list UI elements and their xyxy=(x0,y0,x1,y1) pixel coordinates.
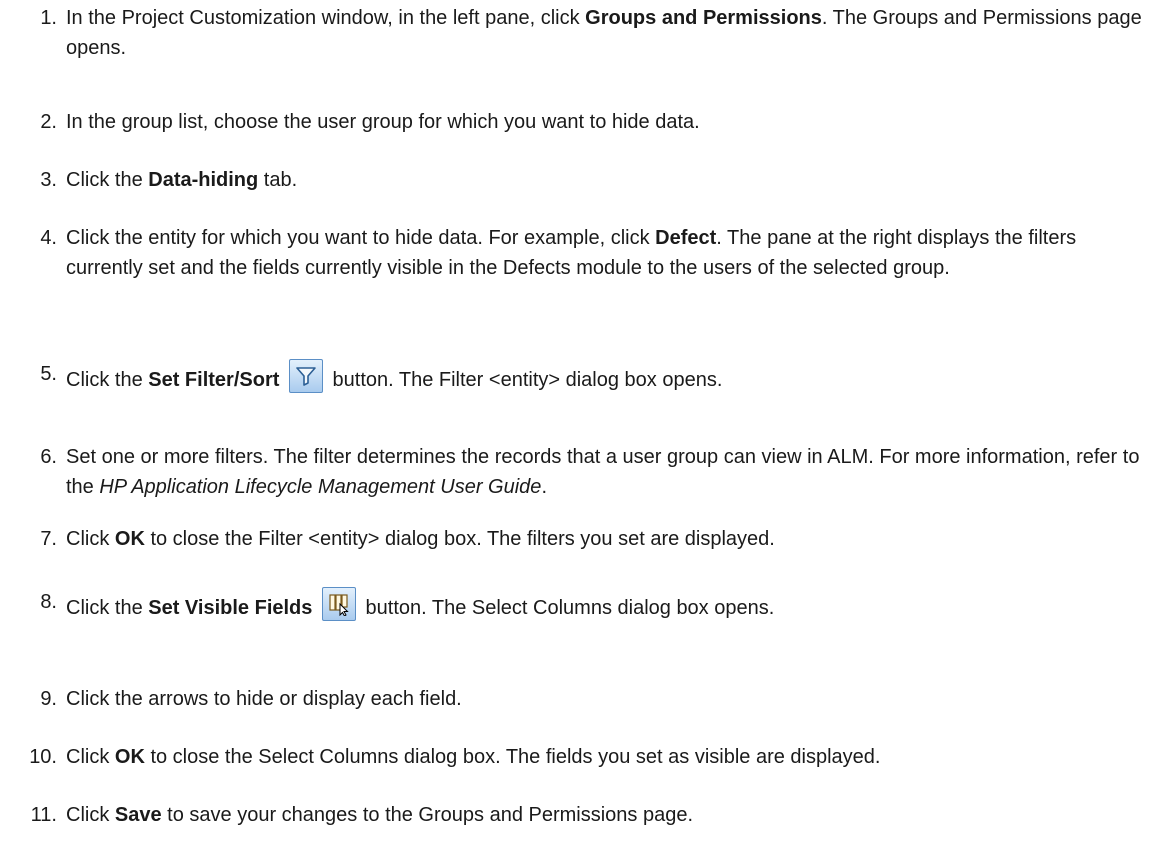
step-number: 8. xyxy=(40,591,57,613)
step-text-segment: button. The Filter <entity> dialog box o… xyxy=(326,369,723,391)
step-number: 9. xyxy=(40,688,57,710)
document-title-reference: HP Application Lifecycle Management User… xyxy=(99,476,542,498)
step-text: Set one or more filters. The filter dete… xyxy=(66,442,1158,502)
step-text-segment: Click the xyxy=(66,169,149,191)
step-number: 4. xyxy=(40,227,57,249)
step-number: 1. xyxy=(40,7,57,29)
step-text-segment: Click xyxy=(66,746,115,768)
step-number: 11. xyxy=(30,804,57,826)
ui-element-name: Groups and Permissions xyxy=(585,7,822,29)
step-text-segment: to close the Filter <entity> dialog box.… xyxy=(144,528,775,550)
ui-element-name: OK xyxy=(114,528,145,550)
step-text-segment: Click xyxy=(66,804,115,826)
step-text: Click the Set Visible Fields button. The… xyxy=(66,587,1158,623)
step-text-segment: In the group list, choose the user group… xyxy=(66,111,700,133)
ui-element-name: OK xyxy=(114,746,145,768)
step-text-segment xyxy=(312,597,318,619)
step-text-segment: Click the entity for which you want to h… xyxy=(66,227,656,249)
step-text: In the group list, choose the user group… xyxy=(66,107,1158,137)
step-text-segment: In the Project Customization window, in … xyxy=(66,7,586,29)
step-text: Click Save to save your changes to the G… xyxy=(66,800,1158,830)
step-text-segment: Click the xyxy=(66,597,149,619)
step-text: Click OK to close the Filter <entity> di… xyxy=(66,524,1158,554)
step-text: Click the arrows to hide or display each… xyxy=(66,684,1158,714)
step-text-segment: to close the Select Columns dialog box. … xyxy=(144,746,881,768)
step-number: 3. xyxy=(40,169,57,191)
step-text: Click the Data-hiding tab. xyxy=(66,165,1158,195)
step-number: 6. xyxy=(40,446,57,468)
step-text-segment: Click the arrows to hide or display each… xyxy=(66,688,462,710)
select-columns-icon xyxy=(321,587,356,621)
step-text-segment: tab. xyxy=(258,169,298,191)
step-text-segment: . xyxy=(541,476,547,498)
step-text-segment: button. The Select Columns dialog box op… xyxy=(359,597,775,619)
step-text-segment: Click the xyxy=(66,369,149,391)
filter-icon xyxy=(288,359,323,393)
step-text: Click the Set Filter/Sort button. The Fi… xyxy=(66,359,1158,395)
step-number: 5. xyxy=(40,363,57,385)
step-number: 7. xyxy=(40,528,57,550)
ui-element-name: Data-hiding xyxy=(148,169,259,191)
step-text: In the Project Customization window, in … xyxy=(66,3,1158,63)
step-text-segment: to save your changes to the Groups and P… xyxy=(161,804,694,826)
step-number: 10. xyxy=(29,746,57,768)
step-text: Click OK to close the Select Columns dia… xyxy=(66,742,1158,772)
step-text-segment xyxy=(279,369,285,391)
ui-element-name: Save xyxy=(114,804,162,826)
step-text-segment: Click xyxy=(66,528,115,550)
step-text: Click the entity for which you want to h… xyxy=(66,223,1158,283)
step-number: 2. xyxy=(40,111,57,133)
ui-element-name: Set Visible Fields xyxy=(148,597,313,619)
ui-element-name: Set Filter/Sort xyxy=(148,369,280,391)
ui-element-name: Defect xyxy=(655,227,717,249)
